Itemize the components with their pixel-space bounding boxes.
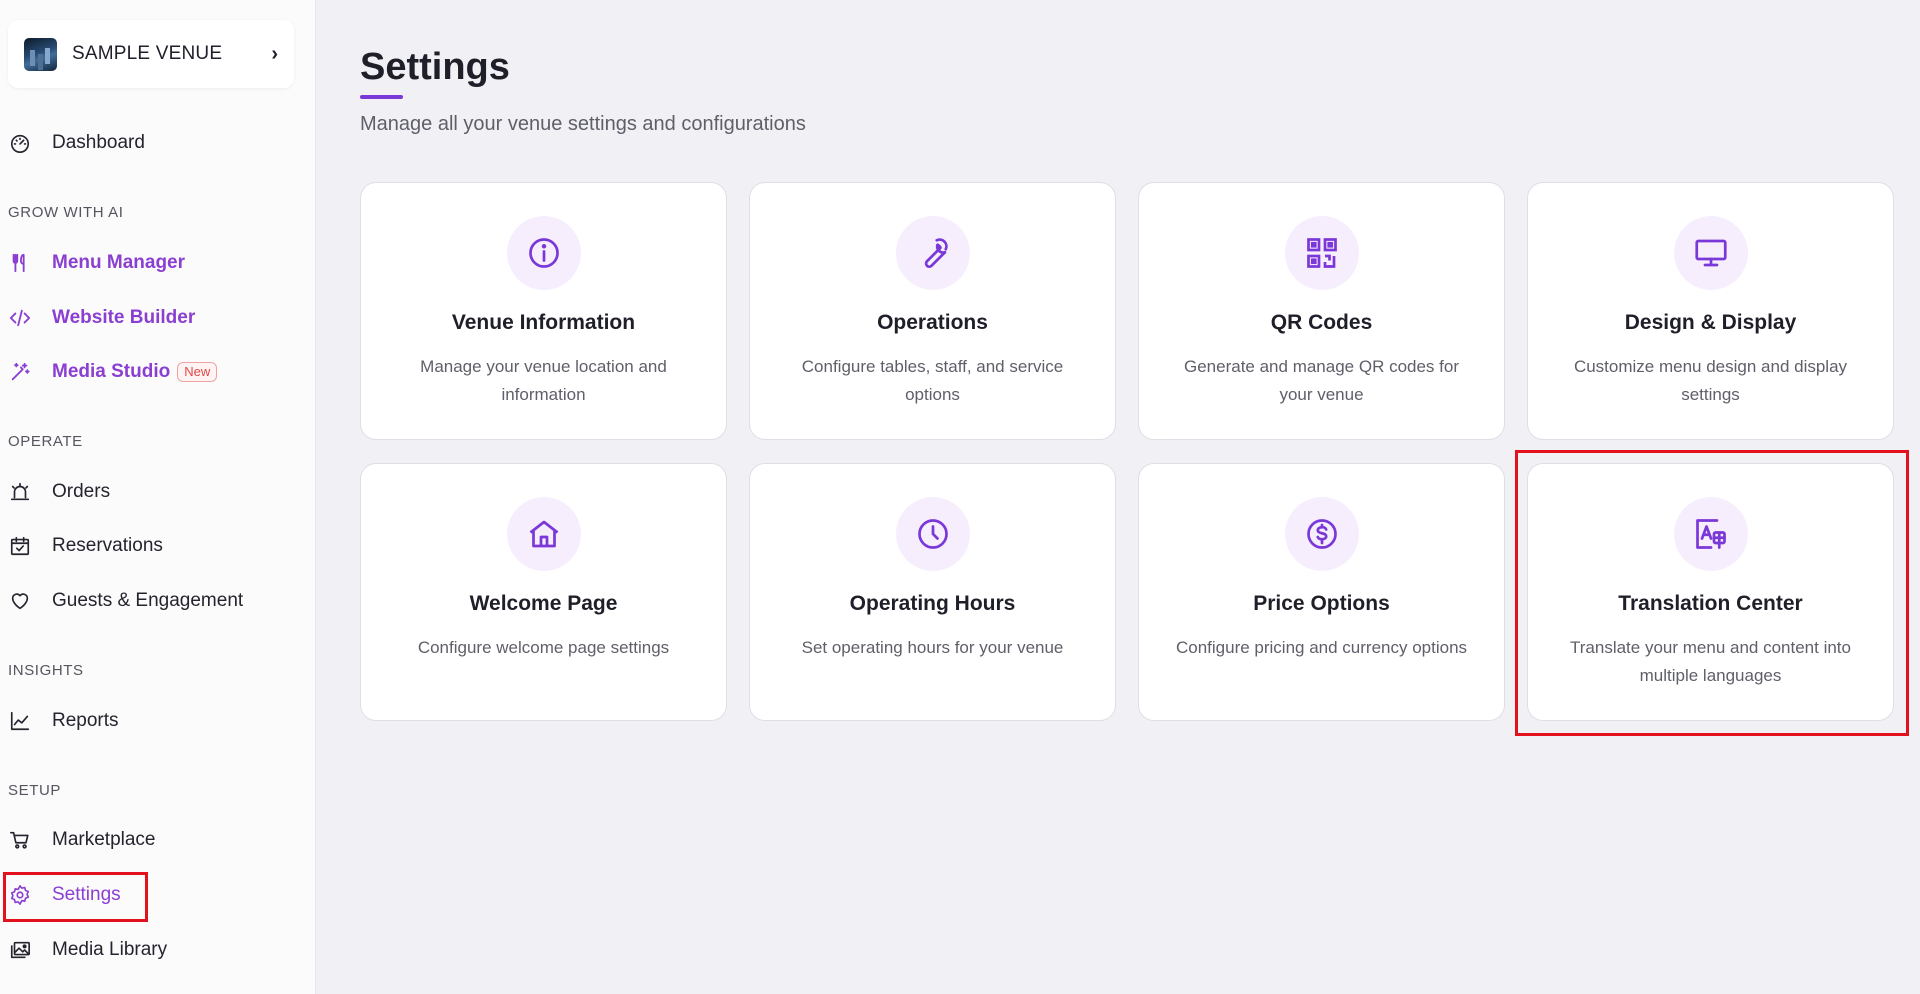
venue-name: SAMPLE VENUE [72,43,223,64]
settings-card-venue-information[interactable]: Venue Information Manage your venue loca… [360,182,727,440]
card-description: Configure pricing and currency options [1175,638,1468,657]
venue-thumbnail [24,37,57,71]
sidebar-item-label: Guests & Engagement [52,590,244,611]
card-description: Generate and manage QR codes for your ve… [1184,357,1459,404]
new-badge: New [177,362,218,382]
settings-card-operating-hours[interactable]: Operating Hours Set operating hours for … [749,463,1116,721]
sidebar-item-media-studio[interactable]: Media Studio New [0,350,300,394]
cart-icon [8,828,32,852]
bell-alarm-icon [8,480,32,504]
wrench-icon [895,216,970,290]
sidebar-item-menu-manager[interactable]: Menu Manager [0,241,300,285]
sidebar-item-label: Reservations [52,535,163,556]
images-icon [8,938,32,962]
venue-switcher[interactable]: SAMPLE VENUE › [8,20,294,88]
page-title: Settings [360,46,510,88]
card-description: Manage your venue location and informati… [420,357,667,404]
card-description: Customize menu design and display settin… [1573,357,1848,404]
heart-icon [8,589,32,613]
sidebar-item-reports[interactable]: Reports [0,699,300,743]
sidebar-item-label: Menu Manager [52,252,186,273]
card-title: Venue Information [451,311,636,334]
speedometer-icon [8,131,32,155]
sidebar-item-label: Reports [52,710,119,731]
line-chart-icon [8,709,32,733]
code-icon [8,306,32,330]
sidebar-item-label: Website Builder [52,307,196,328]
highlight-box-settings [3,872,148,922]
card-description: Configure welcome page settings [417,638,670,657]
section-title-grow: GROW WITH AI [8,204,124,221]
sidebar-item-dashboard[interactable]: Dashboard [0,121,300,165]
settings-card-qr-codes[interactable]: QR Codes Generate and manage QR codes fo… [1138,182,1505,440]
highlight-box-translation-center [1515,450,1909,736]
info-icon [506,216,581,290]
page-subtitle: Manage all your venue settings and confi… [360,113,806,135]
sidebar-item-label: Orders [52,481,111,502]
monitor-icon [1673,216,1748,290]
section-title-operate: OPERATE [8,433,83,450]
sidebar-item-marketplace[interactable]: Marketplace [0,818,300,862]
card-title: Welcome Page [469,592,618,615]
settings-card-welcome-page[interactable]: Welcome Page Configure welcome page sett… [360,463,727,721]
dollar-icon [1284,497,1359,571]
sidebar-item-guests-engagement[interactable]: Guests & Engagement [0,579,300,623]
home-icon [506,497,581,571]
settings-card-design-display[interactable]: Design & Display Customize menu design a… [1527,182,1894,440]
card-title: QR Codes [1270,311,1373,334]
sidebar-item-label: Dashboard [52,132,145,153]
sidebar-item-label: Marketplace [52,829,156,850]
sidebar-item-media-library[interactable]: Media Library [0,928,300,972]
card-title: Design & Display [1624,311,1797,334]
card-title: Operating Hours [849,592,1016,615]
sidebar-item-orders[interactable]: Orders [0,470,300,514]
chevron-right-icon: › [271,42,278,65]
calendar-check-icon [8,534,32,558]
card-title: Price Options [1253,592,1390,615]
settings-card-price-options[interactable]: Price Options Configure pricing and curr… [1138,463,1505,721]
card-description: Configure tables, staff, and service opt… [801,357,1064,404]
qr-code-icon [1284,216,1359,290]
sidebar-item-label: Media Studio [52,361,171,382]
section-title-setup: SETUP [8,782,62,799]
sidebar-item-reservations[interactable]: Reservations [0,524,300,568]
magic-wand-icon [8,360,32,384]
sidebar-item-label: Media Library [52,939,168,960]
sidebar: SAMPLE VENUE › Dashboard GROW WITH AI Me… [0,0,316,994]
title-underline [360,95,403,99]
clock-icon [895,497,970,571]
section-title-insights: INSIGHTS [8,662,84,679]
settings-card-operations[interactable]: Operations Configure tables, staff, and … [749,182,1116,440]
card-description: Set operating hours for your venue [801,638,1064,657]
main-content: Settings Manage all your venue settings … [316,0,1920,994]
sidebar-item-website-builder[interactable]: Website Builder [0,296,300,340]
fork-knife-icon [8,251,32,275]
card-title: Operations [877,311,988,334]
